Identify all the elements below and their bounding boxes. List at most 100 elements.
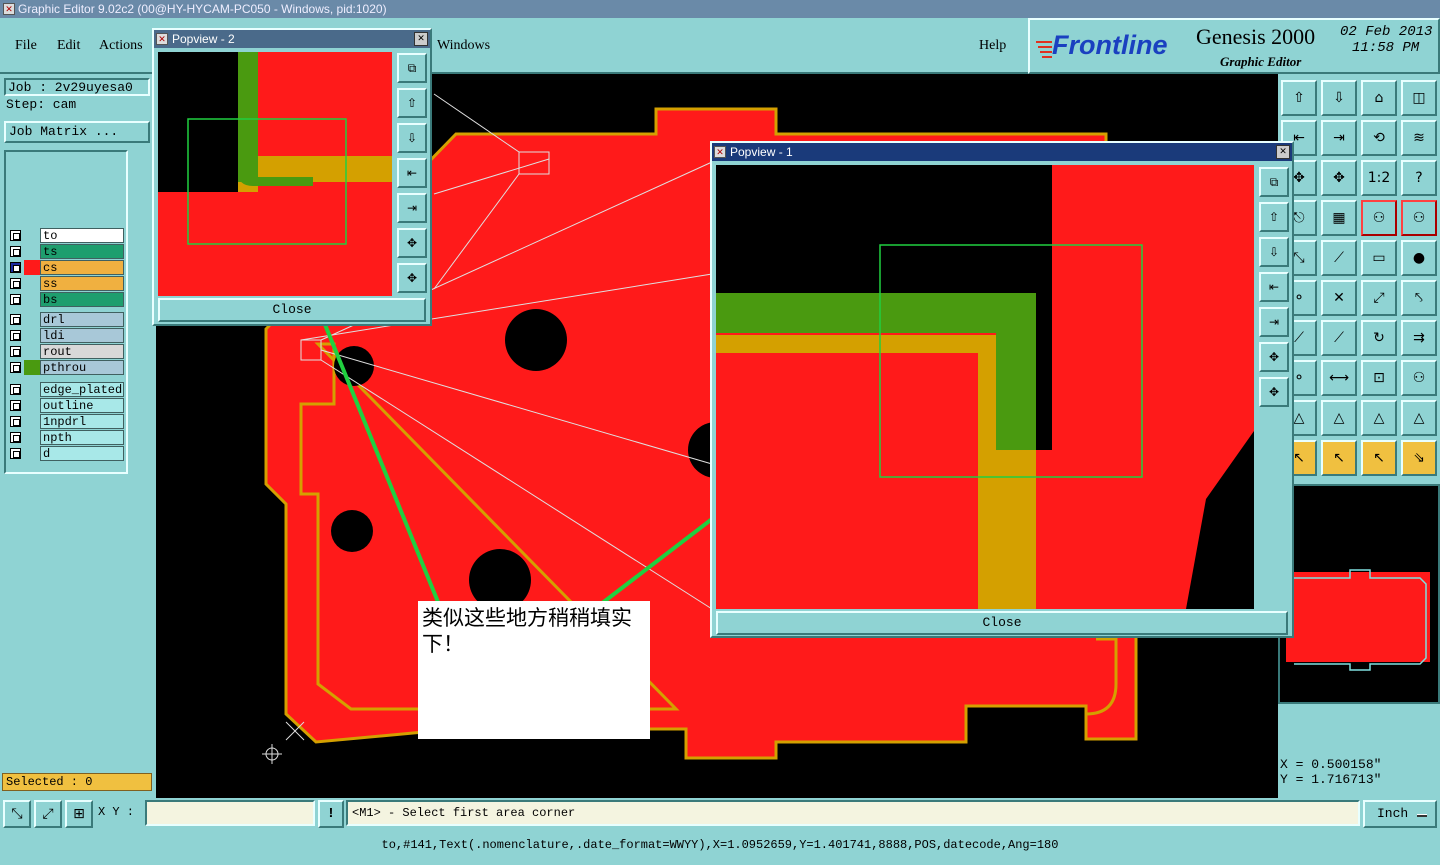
copy-icon[interactable]: ⧉ (397, 53, 427, 83)
popview-2-close-icon[interactable]: ✕ (414, 32, 428, 46)
grid-icon[interactable]: ⊞ (65, 800, 93, 828)
layer-checkbox[interactable] (10, 432, 21, 443)
layer-checkbox[interactable] (10, 278, 21, 289)
copy-icon[interactable]: ⧉ (1259, 167, 1289, 197)
layer-affected-swatch[interactable] (24, 292, 40, 307)
triangle-icon[interactable]: △ (1401, 400, 1437, 436)
layer-row[interactable]: pthrou (8, 360, 124, 375)
expand-icon[interactable]: ⤣ (1401, 280, 1437, 316)
layer-name[interactable]: cs (40, 260, 124, 275)
layer-row[interactable]: ss (8, 276, 124, 291)
zoom-in-icon[interactable]: ✥ (397, 228, 427, 258)
zoom-in-icon[interactable]: ✥ (1259, 342, 1289, 372)
move-up-icon[interactable]: ⇧ (1259, 202, 1289, 232)
layer-name[interactable]: ts (40, 244, 124, 259)
layer-row[interactable]: ldi (8, 328, 124, 343)
expand-icon[interactable]: ⤢ (1361, 280, 1397, 316)
popview-2-canvas[interactable] (158, 52, 392, 296)
layer-checkbox[interactable] (10, 416, 21, 427)
triangle-icon[interactable]: △ (1361, 400, 1397, 436)
ruler-icon[interactable]: ▭ (1361, 240, 1397, 276)
move-right-icon[interactable]: ⇥ (1259, 307, 1289, 337)
layer-affected-swatch[interactable] (24, 228, 40, 243)
right-icon[interactable]: ⇥ (1321, 120, 1357, 156)
zoom-out-icon[interactable]: ✥ (1259, 377, 1289, 407)
move-up-icon[interactable]: ⇧ (397, 88, 427, 118)
layer-name[interactable]: outline (40, 398, 124, 413)
layer-row[interactable]: 1npdrl (8, 414, 124, 429)
stretch-icon[interactable]: ⟷ (1321, 360, 1357, 396)
menu-help[interactable]: Help (979, 38, 1006, 54)
split-icon[interactable]: ◫ (1401, 80, 1437, 116)
zoom-box-icon[interactable]: ⤡ (3, 800, 31, 828)
menu-actions[interactable]: Actions (99, 38, 143, 54)
menu-edit[interactable]: Edit (57, 38, 80, 54)
pad-icon[interactable]: ⚇ (1361, 200, 1397, 236)
layer-checkbox[interactable] (10, 262, 21, 273)
layer-name[interactable]: bs (40, 292, 124, 307)
popview-1-canvas[interactable] (716, 165, 1254, 609)
layer-name[interactable]: drl (40, 312, 124, 327)
layer-checkbox[interactable] (10, 448, 21, 459)
layer-checkbox[interactable] (10, 400, 21, 411)
down-icon[interactable]: ⇩ (1321, 80, 1357, 116)
layer-name[interactable]: edge_plated (40, 382, 124, 397)
layer-row[interactable]: edge_plated (8, 382, 124, 397)
popview-1-close-button[interactable]: Close (716, 611, 1288, 635)
route-icon[interactable]: ⇘ (1401, 440, 1437, 476)
alert-icon[interactable]: ! (318, 800, 344, 828)
xy-input[interactable] (145, 800, 315, 826)
layer-row[interactable]: ts (8, 244, 124, 259)
layer-name[interactable]: ldi (40, 328, 124, 343)
measure-icon[interactable]: ⤢ (34, 800, 62, 828)
move-down-icon[interactable]: ⇩ (1259, 237, 1289, 267)
cross-icon[interactable]: ✕ (1321, 280, 1357, 316)
draw-icon[interactable]: ⟋ (1321, 320, 1357, 356)
move-icon[interactable]: ✥ (1321, 160, 1357, 196)
pointer-icon[interactable]: ↖ (1321, 440, 1357, 476)
layer-checkbox[interactable] (10, 346, 21, 357)
layer-affected-swatch[interactable] (24, 414, 40, 429)
ratio-icon[interactable]: 1:2 (1361, 160, 1397, 196)
grid-icon[interactable]: ▦ (1321, 200, 1357, 236)
move-down-icon[interactable]: ⇩ (397, 123, 427, 153)
layer-row[interactable]: rout (8, 344, 124, 359)
layer-affected-swatch[interactable] (24, 382, 40, 397)
dot-icon[interactable]: ● (1401, 240, 1437, 276)
move-left-icon[interactable]: ⇤ (1259, 272, 1289, 302)
pointer-icon[interactable]: ↖ (1361, 440, 1397, 476)
pad-icon[interactable]: ⚇ (1401, 360, 1437, 396)
popview-2-close-button[interactable]: Close (158, 298, 426, 322)
help-icon[interactable]: ? (1401, 160, 1437, 196)
menu-file[interactable]: File (15, 38, 37, 54)
layer-row[interactable]: cs (8, 260, 124, 275)
zoom-out-icon[interactable]: ✥ (397, 263, 427, 293)
layer-name[interactable]: 1npdrl (40, 414, 124, 429)
overview-map[interactable] (1278, 484, 1440, 704)
box-icon[interactable]: ⊡ (1361, 360, 1397, 396)
triangle-icon[interactable]: △ (1321, 400, 1357, 436)
layer-row[interactable]: npth (8, 430, 124, 445)
house-icon[interactable]: ⌂ (1361, 80, 1397, 116)
layer-checkbox[interactable] (10, 384, 21, 395)
layer-affected-swatch[interactable] (24, 360, 40, 375)
layer-row[interactable]: bs (8, 292, 124, 307)
menu-windows[interactable]: Windows (437, 38, 490, 54)
move-left-icon[interactable]: ⇤ (397, 158, 427, 188)
home-icon[interactable]: ⇧ (1281, 80, 1317, 116)
popview-1-close-icon[interactable]: ✕ (1276, 145, 1290, 159)
line-icon[interactable]: ⟋ (1321, 240, 1357, 276)
layer-name[interactable]: d (40, 446, 124, 461)
layer-affected-swatch[interactable] (24, 398, 40, 413)
layer-affected-swatch[interactable] (24, 328, 40, 343)
layer-name[interactable]: rout (40, 344, 124, 359)
units-select[interactable]: Inch (1363, 800, 1437, 828)
layer-checkbox[interactable] (10, 314, 21, 325)
layer-affected-swatch[interactable] (24, 276, 40, 291)
pad-icon[interactable]: ⚇ (1401, 200, 1437, 236)
move-right-icon[interactable]: ⇥ (397, 193, 427, 223)
layer-name[interactable]: pthrou (40, 360, 124, 375)
layer-checkbox[interactable] (10, 294, 21, 305)
layer-row[interactable]: drl (8, 312, 124, 327)
layer-affected-swatch[interactable] (24, 430, 40, 445)
